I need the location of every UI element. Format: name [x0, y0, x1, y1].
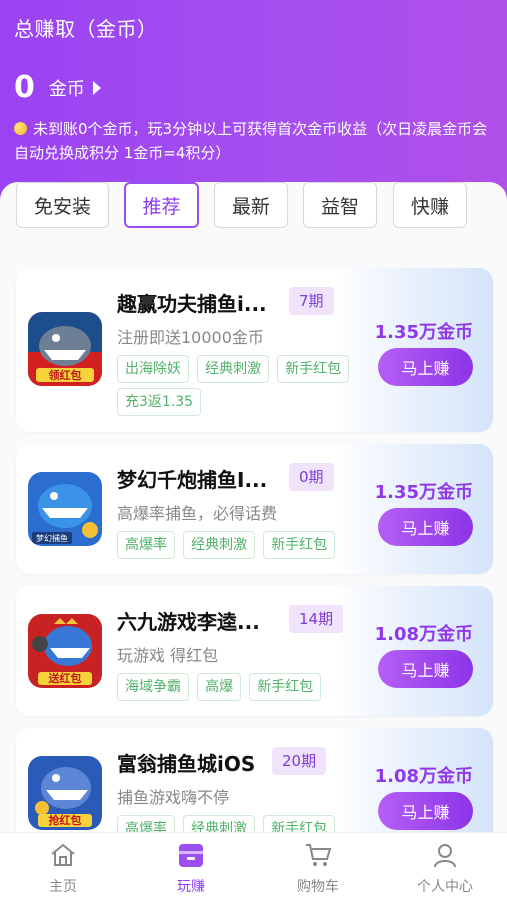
tag: 出海除妖 — [117, 355, 189, 383]
tag-list: 高爆率 经典刺激 新手红包 — [117, 531, 377, 564]
svg-text:领红包: 领红包 — [48, 368, 82, 382]
balance-value: 0 — [14, 70, 35, 105]
game-desc: 高爆率捕鱼，必得话费 — [117, 504, 278, 523]
nav-profile[interactable]: 个人中心 — [395, 833, 495, 900]
nav-label: 个人中心 — [417, 879, 473, 895]
home-icon — [51, 843, 75, 866]
tag: 新手红包 — [263, 815, 336, 832]
coin-amount: 1.08万金币 — [374, 766, 473, 787]
game-name: 梦幻千炮捕鱼I... — [117, 468, 268, 492]
nav-label: 玩赚 — [177, 879, 205, 895]
earn-now-button[interactable]: 马上赚 — [378, 348, 473, 386]
period-badge: 7期 — [289, 287, 334, 315]
coin-amount: 1.35万金币 — [374, 322, 473, 343]
tag: 海域争霸 — [117, 673, 189, 701]
svg-text:送红包: 送红包 — [48, 671, 82, 685]
nav-play-earn[interactable]: 玩赚 — [141, 833, 241, 900]
tab-recommended[interactable]: 推荐 — [124, 182, 199, 228]
period-badge: 0期 — [289, 463, 334, 491]
game-card[interactable]: 抢红包 富翁捕鱼城iOS 20期 捕鱼游戏嗨不停 高爆率 经典刺激 新手红包 1… — [16, 728, 493, 832]
game-icon: 梦幻捕鱼 — [28, 472, 102, 546]
tag: 高爆率 — [117, 815, 175, 832]
nav-cart[interactable]: 购物车 — [268, 833, 368, 900]
game-name: 趣赢功夫捕鱼i... — [117, 292, 267, 316]
game-name: 富翁捕鱼城iOS — [117, 752, 256, 776]
game-name: 六九游戏李逵... — [117, 610, 260, 634]
tag: 新手红包 — [249, 673, 322, 701]
tag: 充3返1.35 — [117, 388, 202, 416]
nav-label: 购物车 — [297, 879, 339, 895]
notice-text: 未到账0个金币，玩3分钟以上可获得首次金币收益（次日凌晨金币会自动兑换成积分 1… — [14, 120, 488, 162]
period-badge: 14期 — [289, 605, 344, 633]
game-card[interactable]: 领红包 趣赢功夫捕鱼i... 7期 注册即送10000金币 出海除妖 经典刺激 … — [16, 268, 493, 432]
period-badge: 20期 — [272, 747, 327, 775]
svg-text:梦幻捕鱼: 梦幻捕鱼 — [36, 533, 68, 543]
page-title: 总赚取（金币） — [14, 17, 158, 41]
tab-puzzle[interactable]: 益智 — [303, 182, 377, 228]
play-earn-icon — [179, 844, 203, 867]
earn-now-button[interactable]: 马上赚 — [378, 792, 473, 830]
profile-icon — [434, 844, 456, 868]
balance-unit: 金币 — [48, 79, 85, 100]
game-icon: 送红包 — [28, 614, 102, 688]
tag: 经典刺激 — [197, 355, 270, 383]
nav-label: 主页 — [49, 879, 77, 895]
earn-now-button[interactable]: 马上赚 — [378, 650, 473, 688]
coin-icon — [14, 122, 27, 135]
cart-icon — [306, 844, 332, 866]
tag-list: 海域争霸 高爆 新手红包 — [117, 673, 377, 706]
tag-list: 出海除妖 经典刺激 新手红包 充3返1.35 — [117, 355, 377, 421]
game-desc: 捕鱼游戏嗨不停 — [117, 788, 230, 807]
game-icon: 抢红包 — [28, 756, 102, 830]
earn-now-button[interactable]: 马上赚 — [378, 508, 473, 546]
tag-list: 高爆率 经典刺激 新手红包 — [117, 815, 377, 832]
tag: 经典刺激 — [183, 531, 256, 559]
game-desc: 玩游戏 得红包 — [117, 646, 219, 665]
tag: 高爆率 — [117, 531, 175, 559]
game-card[interactable]: 送红包 六九游戏李逵... 14期 玩游戏 得红包 海域争霸 高爆 新手红包 1… — [16, 586, 493, 716]
svg-text:抢红包: 抢红包 — [49, 813, 82, 827]
notice: 未到账0个金币，玩3分钟以上可获得首次金币收益（次日凌晨金币会自动兑换成积分 1… — [14, 117, 494, 165]
tab-newest[interactable]: 最新 — [214, 182, 288, 228]
game-desc: 注册即送10000金币 — [117, 328, 264, 347]
bottom-nav: 主页 玩赚 购物车 个人中心 — [0, 832, 507, 900]
tag: 经典刺激 — [183, 815, 256, 832]
header: 总赚取（金币） 0 金币 未到账0个金币，玩3分钟以上可获得首次金币收益（次日凌… — [0, 0, 507, 200]
game-icon: 领红包 — [28, 312, 102, 386]
tag: 新手红包 — [263, 531, 336, 559]
tab-no-install[interactable]: 免安装 — [16, 182, 109, 228]
tab-quick-earn[interactable]: 快赚 — [393, 182, 467, 228]
tag: 新手红包 — [277, 355, 350, 383]
balance-row[interactable]: 0 金币 — [14, 70, 101, 106]
chevron-right-icon[interactable] — [92, 81, 101, 95]
tag: 高爆 — [197, 673, 242, 701]
coin-amount: 1.35万金币 — [374, 482, 473, 503]
coin-amount: 1.08万金币 — [374, 624, 473, 645]
game-card[interactable]: 梦幻捕鱼 梦幻千炮捕鱼I... 0期 高爆率捕鱼，必得话费 高爆率 经典刺激 新… — [16, 444, 493, 574]
nav-home[interactable]: 主页 — [13, 833, 113, 900]
content-panel: 免安装 推荐 最新 益智 快赚 领红包 趣赢功夫捕鱼i... 7期 注册即送10… — [0, 182, 507, 832]
